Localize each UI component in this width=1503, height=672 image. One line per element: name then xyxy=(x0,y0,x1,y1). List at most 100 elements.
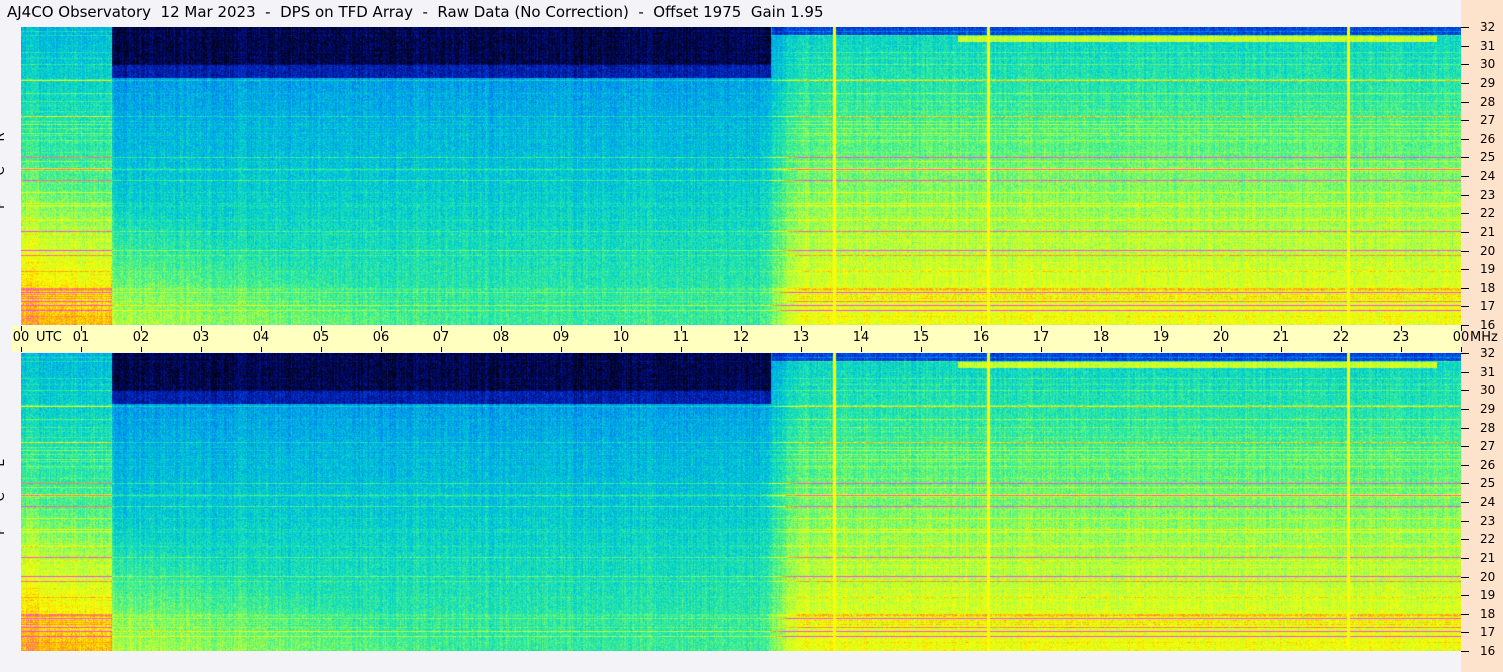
y-tick xyxy=(1461,213,1469,214)
x-tick xyxy=(1161,347,1162,352)
x-tick-label: 13 xyxy=(792,330,810,345)
y-tick xyxy=(1461,577,1469,578)
x-tick-label: 19 xyxy=(1152,330,1170,345)
x-tick xyxy=(621,347,622,352)
x-tick xyxy=(1101,347,1102,352)
x-tick xyxy=(861,347,862,352)
y-tick xyxy=(1461,483,1469,484)
x-tick xyxy=(1221,347,1222,352)
y-tick-label: 29 xyxy=(1480,76,1496,90)
y-tick xyxy=(1461,46,1469,47)
y-tick-label: 30 xyxy=(1480,383,1496,397)
y-tick-label: 21 xyxy=(1480,551,1496,565)
y-tick-label: 28 xyxy=(1480,421,1496,435)
polarization-letter: L xyxy=(0,457,27,469)
y-tick xyxy=(1461,251,1469,252)
y-tick xyxy=(1461,232,1469,233)
y-tick xyxy=(1461,428,1469,429)
y-tick-label: 18 xyxy=(1480,281,1496,295)
x-tick xyxy=(81,347,82,352)
y-tick-label: 22 xyxy=(1480,206,1496,220)
x-tick xyxy=(381,347,382,352)
x-tick-label: 00 xyxy=(1452,330,1470,345)
y-tick xyxy=(1461,446,1469,447)
x-tick xyxy=(561,347,562,352)
utc-label: UTC xyxy=(36,330,62,345)
y-tick-label: 31 xyxy=(1480,365,1496,379)
x-tick-label: 05 xyxy=(312,330,330,345)
y-tick xyxy=(1461,120,1469,121)
x-tick-label: 16 xyxy=(972,330,990,345)
y-tick xyxy=(1461,390,1469,391)
y-tick-label: 30 xyxy=(1480,57,1496,71)
y-tick xyxy=(1461,102,1469,103)
y-tick-label: 25 xyxy=(1480,476,1496,490)
x-tick xyxy=(1401,347,1402,352)
polarization-letter: P xyxy=(0,525,27,537)
x-tick-label: 12 xyxy=(732,330,750,345)
y-tick-label: 27 xyxy=(1480,113,1496,127)
x-tick-label: 22 xyxy=(1332,330,1350,345)
x-tick-label: 18 xyxy=(1092,330,1110,345)
x-tick xyxy=(681,347,682,352)
polarization-letter: C xyxy=(0,165,27,177)
x-tick-label: 08 xyxy=(492,330,510,345)
y-tick xyxy=(1461,558,1469,559)
x-tick xyxy=(141,347,142,352)
x-tick-label: 23 xyxy=(1392,330,1410,345)
y-tick xyxy=(1461,539,1469,540)
x-tick-label: 04 xyxy=(252,330,270,345)
y-tick-label: 24 xyxy=(1480,169,1496,183)
x-tick xyxy=(981,347,982,352)
x-tick xyxy=(201,347,202,352)
x-tick-label: 00 xyxy=(12,330,30,345)
y-tick-label: 29 xyxy=(1480,402,1496,416)
x-tick-label: 17 xyxy=(1032,330,1050,345)
y-tick-label: 16 xyxy=(1480,644,1496,658)
y-tick xyxy=(1461,614,1469,615)
y-tick-label: 19 xyxy=(1480,262,1496,276)
y-tick xyxy=(1461,521,1469,522)
y-tick xyxy=(1461,651,1469,652)
y-tick xyxy=(1461,27,1469,28)
y-tick xyxy=(1461,64,1469,65)
polarization-letter: P xyxy=(0,199,27,211)
x-tick xyxy=(1041,347,1042,352)
x-tick xyxy=(261,347,262,352)
y-tick xyxy=(1461,595,1469,596)
rcp-label: RCP xyxy=(0,120,16,222)
lcp-label: LCP xyxy=(0,446,16,548)
y-tick-label: 20 xyxy=(1480,570,1496,584)
y-tick-label: 28 xyxy=(1480,95,1496,109)
x-tick-label: 14 xyxy=(852,330,870,345)
y-tick xyxy=(1461,353,1469,354)
y-tick-label: 26 xyxy=(1480,458,1496,472)
y-tick-label: 27 xyxy=(1480,439,1496,453)
y-tick xyxy=(1461,83,1469,84)
x-tick-label: 06 xyxy=(372,330,390,345)
x-tick-label: 07 xyxy=(432,330,450,345)
y-tick xyxy=(1461,269,1469,270)
mhz-label: MHz xyxy=(1470,330,1498,345)
x-tick-label: 21 xyxy=(1272,330,1290,345)
x-tick xyxy=(741,347,742,352)
x-tick-label: 10 xyxy=(612,330,630,345)
y-tick xyxy=(1461,288,1469,289)
x-tick-label: 11 xyxy=(672,330,690,345)
polarization-letter: C xyxy=(0,491,27,503)
y-tick-label: 23 xyxy=(1480,514,1496,528)
y-tick-label: 22 xyxy=(1480,532,1496,546)
y-tick-label: 24 xyxy=(1480,495,1496,509)
chart-title: AJ4CO Observatory 12 Mar 2023 - DPS on T… xyxy=(7,3,824,21)
y-tick xyxy=(1461,139,1469,140)
x-tick-label: 03 xyxy=(192,330,210,345)
y-tick xyxy=(1461,372,1469,373)
y-tick-label: 21 xyxy=(1480,225,1496,239)
x-tick xyxy=(321,347,322,352)
x-tick xyxy=(1461,347,1462,352)
x-tick xyxy=(501,347,502,352)
x-tick xyxy=(21,347,22,352)
y-tick xyxy=(1461,502,1469,503)
x-tick xyxy=(801,347,802,352)
y-tick xyxy=(1461,325,1469,326)
